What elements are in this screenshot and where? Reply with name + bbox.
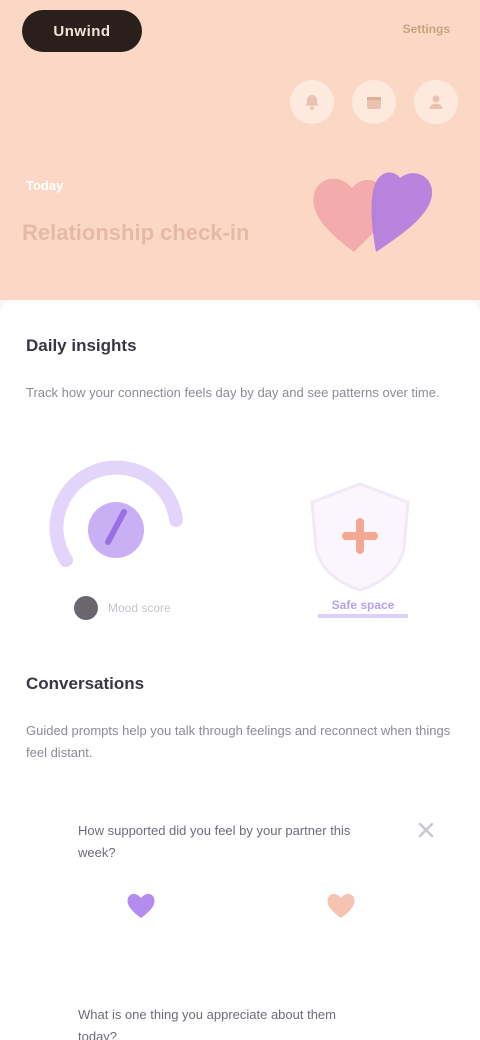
close-icon[interactable]: [414, 818, 438, 842]
profile-icon[interactable]: [414, 80, 458, 124]
prompt-card[interactable]: How supported did you feel by your partn…: [48, 806, 448, 956]
mood-score-stat: Mood score: [74, 596, 171, 620]
section-title-insights: Daily insights: [26, 336, 137, 355]
hearts-illustration: [313, 172, 433, 252]
mood-dot-icon: [74, 596, 98, 620]
header: Unwind Settings Today Relationship check…: [0, 0, 480, 300]
prompt-question: How supported did you feel by your partn…: [78, 823, 351, 860]
app-logo[interactable]: Unwind: [22, 10, 142, 52]
safe-space-link[interactable]: Safe space: [318, 598, 408, 618]
prompt-card[interactable]: What is one thing you appreciate about t…: [48, 990, 448, 1040]
calendar-icon[interactable]: [352, 80, 396, 124]
section-body-conversations: Guided prompts help you talk through fee…: [26, 723, 451, 760]
header-settings-link[interactable]: Settings: [355, 22, 450, 42]
mood-gauge-illustration: [49, 460, 183, 567]
header-kicker: Today: [26, 178, 64, 193]
shield-illustration: [310, 482, 410, 592]
header-icon-row: [290, 80, 458, 124]
page-title: Relationship check-in: [22, 220, 250, 245]
section-body-insights: Track how your connection feels day by d…: [26, 385, 440, 400]
bell-icon[interactable]: [290, 80, 334, 124]
prompt-question: What is one thing you appreciate about t…: [78, 1007, 336, 1040]
section-title-conversations: Conversations: [26, 674, 145, 693]
heart-coral-icon[interactable]: [324, 888, 358, 922]
heart-purple-icon[interactable]: [124, 888, 158, 922]
mood-score-label: Mood score: [108, 601, 171, 615]
